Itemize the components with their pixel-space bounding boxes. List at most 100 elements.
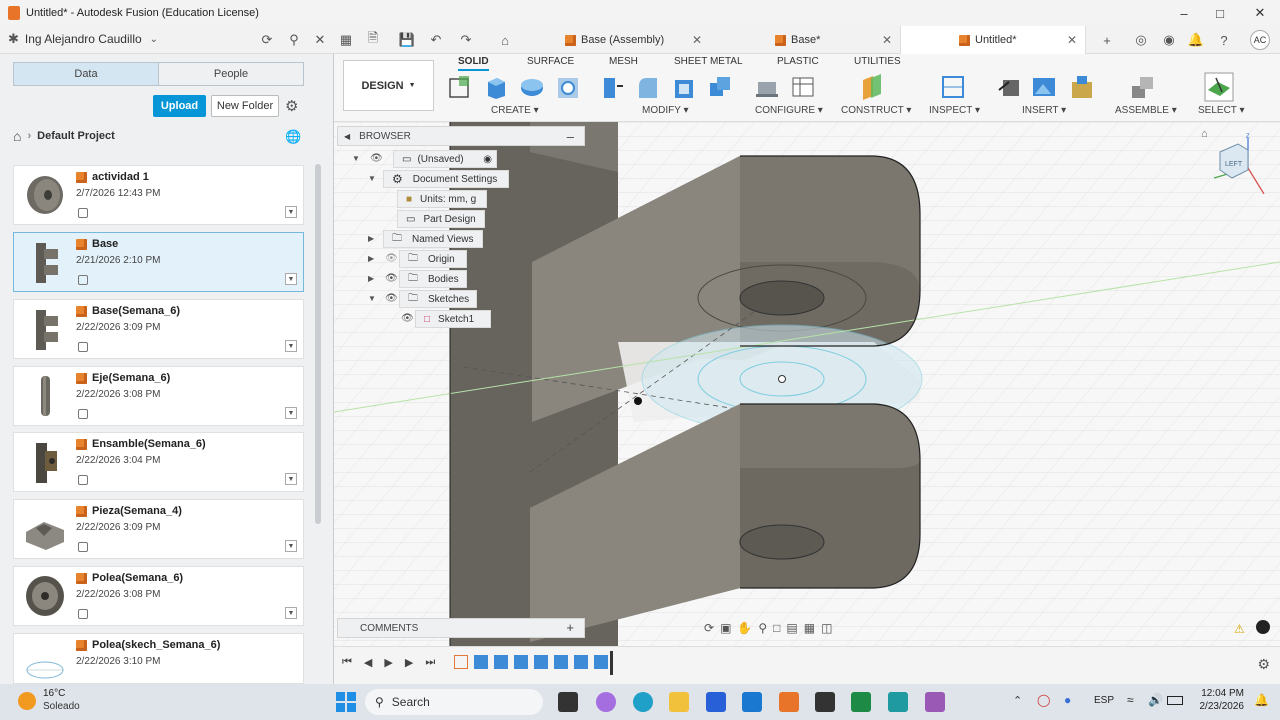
tab-solid[interactable]: SOLID <box>458 56 489 71</box>
chevron-down-icon[interactable]: ▼ <box>368 294 376 303</box>
new-tab-icon[interactable]: + <box>1098 31 1116 49</box>
step-forward-icon[interactable]: ▶ <box>405 656 413 669</box>
grid-menu-icon[interactable]: ▦ <box>337 31 355 49</box>
press-pull-icon[interactable] <box>599 74 625 100</box>
tree-item-named-views[interactable]: 🗀 Named Views <box>383 230 483 248</box>
chevron-up-icon[interactable]: ⌃ <box>1013 694 1022 707</box>
chevron-right-icon[interactable]: ▶ <box>368 274 374 283</box>
edge-icon[interactable] <box>633 692 653 712</box>
chevron-down-icon[interactable]: ▼ <box>352 154 360 163</box>
outlook-icon[interactable] <box>742 692 762 712</box>
extrude-feature-icon[interactable] <box>534 655 548 669</box>
tab-surface[interactable]: SURFACE <box>527 56 574 67</box>
fit-icon[interactable]: □ <box>773 621 780 635</box>
clock-date[interactable]: 2/23/2026 <box>1192 701 1245 712</box>
insert-mcmaster-icon[interactable] <box>1069 74 1095 100</box>
tab-people[interactable]: People <box>159 63 303 85</box>
timeline-marker[interactable] <box>610 651 613 675</box>
new-component-icon[interactable] <box>1130 74 1156 100</box>
extrude-feature-icon[interactable] <box>574 655 588 669</box>
list-item[interactable]: Base 2/21/2026 2:10 PM ▼ <box>13 232 304 292</box>
maximize-button[interactable]: □ <box>1200 0 1240 26</box>
undo-icon[interactable]: ↶ <box>427 31 445 49</box>
file-menu-icon[interactable]: 🗎 <box>364 30 382 49</box>
scrollbar[interactable] <box>315 164 321 524</box>
insert-image-icon[interactable] <box>1031 74 1057 100</box>
save-icon[interactable]: 💾 <box>398 31 416 49</box>
upload-button[interactable]: Upload <box>153 95 206 117</box>
list-item[interactable]: Base(Semana_6) 2/22/2026 3:09 PM ▼ <box>13 299 304 359</box>
job-status-icon[interactable]: ◉ <box>1160 31 1178 49</box>
tab-base[interactable]: Base* ✕ <box>770 26 900 54</box>
pan-icon[interactable]: ✋ <box>737 621 752 635</box>
orbit-icon[interactable]: ⟳ <box>704 621 714 635</box>
chevron-down-icon[interactable]: ▼ <box>285 407 297 419</box>
home-view-icon[interactable]: ⌂ <box>1201 128 1208 140</box>
volume-icon[interactable]: 🔊 <box>1148 693 1163 707</box>
arduino-icon[interactable] <box>888 692 908 712</box>
tab-sheet-metal[interactable]: SHEET METAL <box>674 56 743 67</box>
insert-derive-icon[interactable] <box>997 74 1023 100</box>
shell-icon[interactable] <box>671 74 697 100</box>
comments-panel[interactable]: COMMENTS + <box>337 618 585 638</box>
extrude-feature-icon[interactable] <box>494 655 508 669</box>
gear-icon[interactable]: ⚙ <box>1257 656 1270 673</box>
eye-icon[interactable]: 👁 <box>370 153 383 164</box>
chevron-down-icon[interactable]: ▼ <box>285 273 297 285</box>
close-tab-icon[interactable]: ✕ <box>1067 33 1077 47</box>
list-item[interactable]: Ensamble(Semana_6) 2/22/2026 3:04 PM ▼ <box>13 432 304 492</box>
eye-icon[interactable]: 👁 <box>385 273 398 284</box>
store-icon[interactable] <box>706 692 726 712</box>
go-to-end-icon[interactable]: ⏭ <box>425 656 435 669</box>
create-sketch-icon[interactable] <box>447 74 473 100</box>
project-name[interactable]: Default Project <box>37 130 115 142</box>
gear-icon[interactable]: ⚙ <box>285 97 298 115</box>
group-insert[interactable]: INSERT ▾ <box>1022 105 1066 116</box>
list-item[interactable]: Pieza(Semana_4) 2/22/2026 3:09 PM ▼ <box>13 499 304 559</box>
tree-item-document-settings[interactable]: ⚙ Document Settings <box>383 170 509 188</box>
close-tab-icon[interactable]: ✕ <box>882 33 892 47</box>
minimize-panel-icon[interactable]: – <box>567 129 574 144</box>
add-comment-icon[interactable]: + <box>566 620 574 635</box>
eye-hidden-icon[interactable]: 👁 <box>385 253 398 264</box>
notifications-icon[interactable]: 🔔 <box>1187 31 1205 49</box>
chevron-down-icon[interactable]: ▼ <box>285 473 297 485</box>
combine-icon[interactable] <box>707 74 733 100</box>
play-icon[interactable]: ▶ <box>384 656 392 669</box>
tree-item-sketches[interactable]: 🗀 Sketches <box>399 290 477 308</box>
close-tab-icon[interactable]: ✕ <box>692 33 702 47</box>
chevron-down-icon[interactable]: ▼ <box>285 340 297 352</box>
display-settings-icon[interactable]: ▤ <box>786 621 797 635</box>
minimize-button[interactable]: – <box>1164 0 1204 26</box>
tab-mesh[interactable]: MESH <box>609 56 638 67</box>
viewcube[interactable]: LEFT Z <box>1212 132 1270 195</box>
group-create[interactable]: CREATE ▾ <box>491 105 539 116</box>
new-folder-button[interactable]: New Folder <box>211 95 279 117</box>
warning-icon[interactable]: ⚠ <box>1234 622 1245 636</box>
chevron-down-icon[interactable]: ▼ <box>285 540 297 552</box>
globe-icon[interactable]: 🌐 <box>285 129 301 145</box>
chevron-right-icon[interactable]: ▶ <box>368 234 374 243</box>
list-item[interactable]: Polea(Semana_6) 2/22/2026 3:08 PM ▼ <box>13 566 304 626</box>
configure-icon[interactable] <box>754 74 780 100</box>
step-back-icon[interactable]: ◀ <box>364 656 372 669</box>
chevron-down-icon[interactable]: ▼ <box>368 174 376 183</box>
tree-item-units[interactable]: ■ Units: mm, g <box>397 190 487 208</box>
windows-start-icon[interactable] <box>336 692 356 712</box>
weather-desc[interactable]: Soleado <box>43 701 80 712</box>
hole-icon[interactable] <box>555 74 581 100</box>
group-configure[interactable]: CONFIGURE ▾ <box>755 105 823 116</box>
eye-icon[interactable]: 👁 <box>401 313 414 324</box>
activate-icon[interactable]: ◉ <box>483 154 492 165</box>
workspace-switcher[interactable]: DESIGN ▼ <box>343 60 434 111</box>
help-icon[interactable]: ? <box>1215 31 1233 49</box>
tree-root[interactable]: ▭ (Unsaved) ◉ <box>393 150 497 168</box>
list-item[interactable]: Eje(Semana_6) 2/22/2026 3:08 PM ▼ <box>13 366 304 426</box>
list-item[interactable]: Polea(skech_Semana_6) 2/22/2026 3:10 PM <box>13 633 304 684</box>
extrude-feature-icon[interactable] <box>474 655 488 669</box>
battery-icon[interactable] <box>1167 696 1183 705</box>
tab-data[interactable]: Data <box>14 63 159 85</box>
offset-plane-icon[interactable] <box>859 74 885 100</box>
terminal-icon[interactable] <box>815 692 835 712</box>
config-table-icon[interactable] <box>790 74 816 100</box>
